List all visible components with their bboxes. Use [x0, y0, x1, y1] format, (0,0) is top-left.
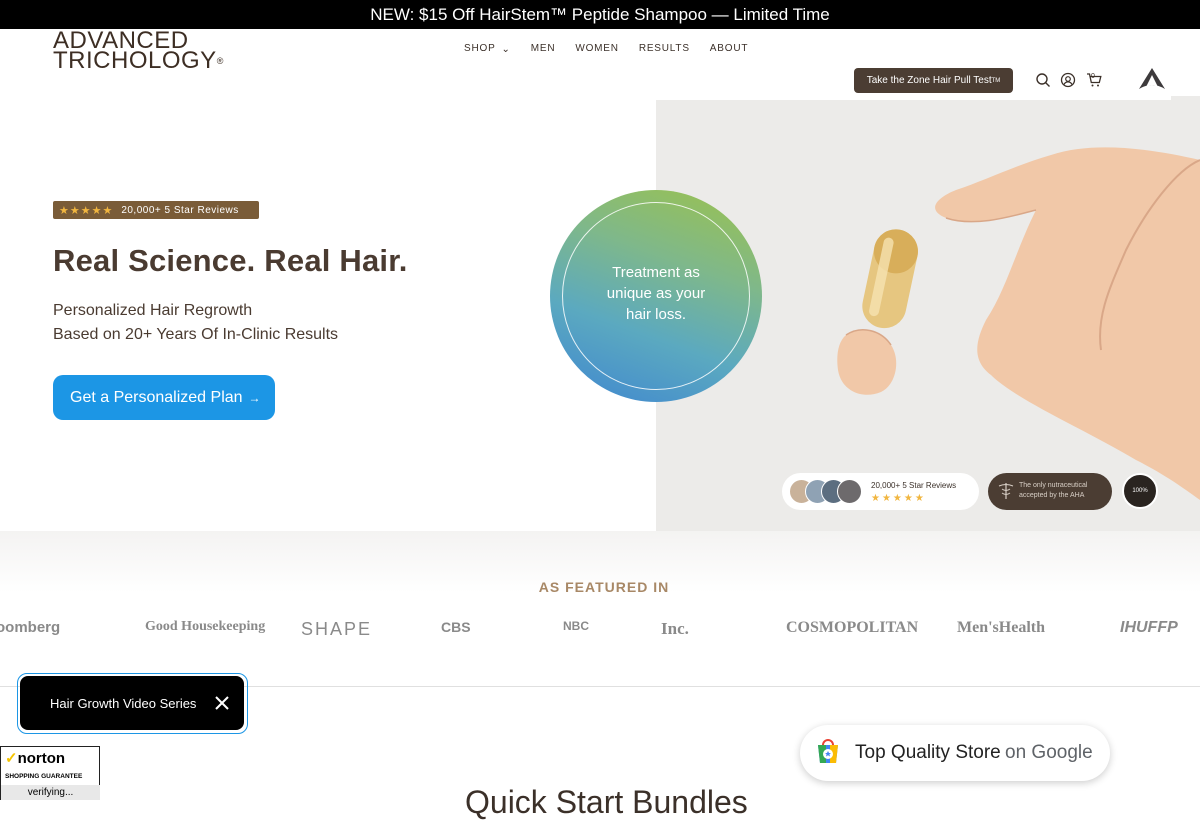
- press-logo: COSMOPOLITAN: [786, 619, 919, 636]
- press-logo: SHAPE: [301, 619, 373, 639]
- press-logo: Good Housekeeping: [145, 619, 266, 634]
- nav-about[interactable]: ABOUT: [710, 43, 748, 54]
- norton-status: verifying...: [1, 785, 100, 800]
- aha-pill: The only nutraceutical accepted by the AH…: [988, 473, 1112, 510]
- norton-badge[interactable]: ✓norton SHOPPING GUARANTEE verifying...: [0, 746, 100, 800]
- main-nav: SHOP ⌄ MEN WOMEN RESULTS ABOUT: [464, 43, 768, 55]
- arrow-right-icon: →: [248, 390, 261, 405]
- video-series-pill[interactable]: Hair Growth Video Series: [20, 676, 244, 730]
- reviews-badge-text: 20,000+ 5 Star Reviews: [121, 204, 239, 216]
- logo-line-2: TRICHOLOGY®: [53, 47, 224, 74]
- chevron-down-icon: ⌄: [501, 44, 511, 55]
- aha-text: The only nutraceutical accepted by the AH…: [1019, 482, 1088, 499]
- nav-shop[interactable]: SHOP ⌄: [464, 43, 511, 55]
- treatment-circle: Treatment as unique as your hair loss.: [550, 190, 762, 402]
- account-icon[interactable]: [1060, 72, 1076, 88]
- press-logo: IHUFFP: [1120, 619, 1178, 636]
- nav-men[interactable]: MEN: [531, 43, 556, 54]
- star-rating-icon: ★★★★★: [59, 204, 114, 217]
- personalized-plan-button[interactable]: Get a Personalized Plan →: [53, 375, 275, 420]
- circle-text: Treatment as unique as your hair loss.: [606, 264, 706, 323]
- section-heading: Quick Start Bundles: [465, 784, 748, 820]
- cart-count: 0: [1091, 73, 1095, 80]
- featured-in-section: AS FEATURED IN oomberg Good Housekeeping…: [0, 531, 1200, 687]
- video-series-label: Hair Growth Video Series: [50, 695, 197, 711]
- norton-guarantee: SHOPPING GUARANTEE: [5, 773, 83, 780]
- hero-subtitle-1: Personalized Hair Regrowth: [53, 302, 253, 319]
- press-logo: Men'sHealth: [957, 619, 1045, 636]
- press-logo: Inc.: [661, 619, 689, 638]
- press-logo: oomberg: [0, 619, 61, 636]
- norton-name: ✓norton: [5, 750, 66, 767]
- google-badge-label: Top Quality Store: [855, 742, 1001, 763]
- hero-title: Real Science. Real Hair.: [53, 243, 408, 278]
- close-icon[interactable]: [212, 693, 232, 713]
- money-back-guarantee-seal: 100%: [1122, 473, 1158, 509]
- press-logo: NBC: [563, 619, 589, 633]
- reviews-badge: ★★★★★ 20,000+ 5 Star Reviews: [53, 201, 259, 219]
- brand-mark-icon[interactable]: [1138, 67, 1166, 93]
- caduceus-icon: [998, 483, 1014, 499]
- avatar: [837, 479, 862, 504]
- reviews-pill-text: 20,000+ 5 Star Reviews: [871, 481, 957, 490]
- press-logo: CBS: [441, 619, 471, 635]
- hero-subtitle-2: Based on 20+ Years Of In-Clinic Results: [53, 326, 339, 343]
- announcement-bar[interactable]: NEW: $15 Off HairStem™ Peptide Shampoo —…: [0, 0, 1200, 29]
- google-badge[interactable]: Top Quality Store on Google: [800, 725, 1110, 781]
- announcement-text[interactable]: NEW: $15 Off HairStem™ Peptide Shampoo —…: [370, 5, 830, 25]
- nav-results[interactable]: RESULTS: [639, 43, 690, 54]
- hair-pull-test-button[interactable]: Take the Zone Hair Pull Test TM: [854, 68, 1013, 93]
- google-shopping-icon: [818, 739, 838, 763]
- customer-reviews-pill[interactable]: 20,000+ 5 Star Reviews ★★★★★: [782, 473, 979, 510]
- nav-women[interactable]: WOMEN: [575, 43, 618, 54]
- featured-title: AS FEATURED IN: [538, 579, 670, 595]
- site-logo[interactable]: ADVANCED TRICHOLOGY®: [53, 29, 224, 74]
- star-rating-icon: ★★★★★: [871, 493, 926, 504]
- google-badge-suffix: on Google: [1005, 742, 1093, 763]
- search-icon[interactable]: [1035, 72, 1051, 88]
